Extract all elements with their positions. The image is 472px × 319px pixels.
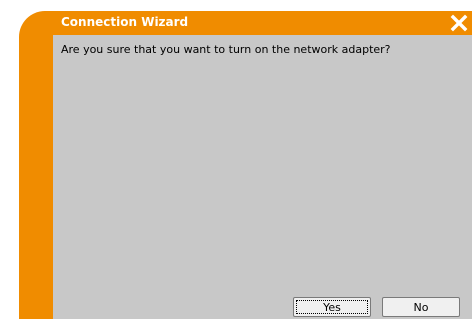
no-button[interactable]: No	[382, 297, 460, 317]
yes-button[interactable]: Yes	[293, 297, 371, 317]
dialog-window: Connection Wizard Are you sure that you …	[19, 11, 472, 319]
window-title: Connection Wizard	[61, 15, 189, 29]
yes-button-label: Yes	[323, 301, 341, 314]
dialog-content: Are you sure that you want to turn on th…	[53, 35, 472, 319]
close-icon[interactable]	[450, 14, 468, 32]
confirmation-message: Are you sure that you want to turn on th…	[61, 43, 391, 56]
no-button-label: No	[413, 301, 429, 314]
title-bar[interactable]: Connection Wizard	[19, 11, 472, 35]
